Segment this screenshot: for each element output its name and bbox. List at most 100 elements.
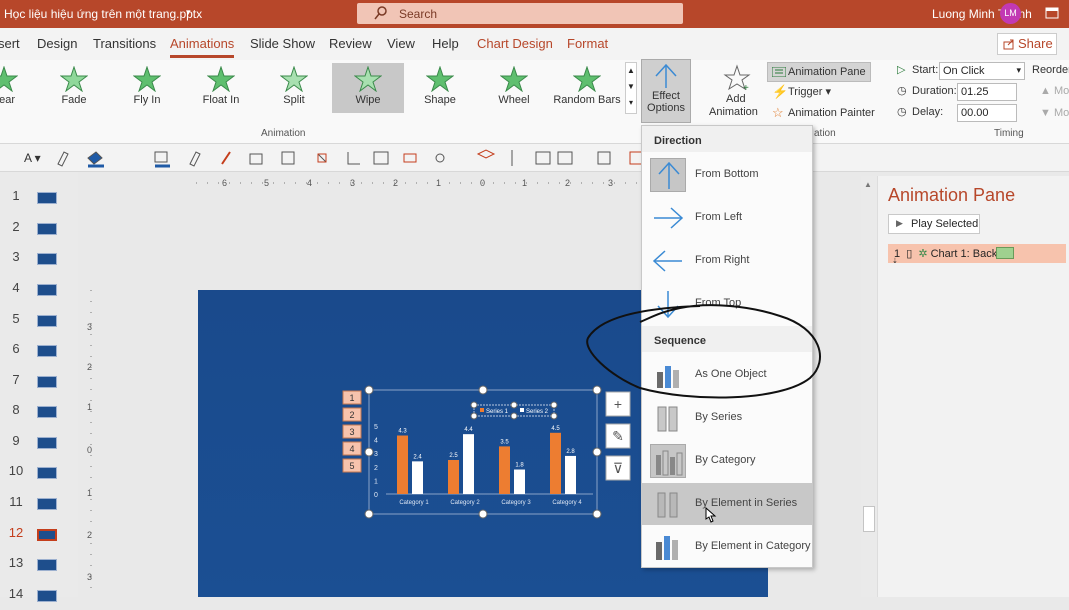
slide-thumb[interactable]: 5 (0, 305, 78, 335)
gallery-scroll[interactable]: ▲ ▼ ▾ (625, 62, 637, 114)
legend-swatch (480, 408, 484, 412)
animation-tag-label: 3 (349, 427, 354, 437)
scroll-up-icon[interactable]: ▲ (864, 180, 872, 189)
anim-random-bars[interactable]: Random Bars (553, 66, 621, 112)
trigger-button[interactable]: ⚡ Trigger ▾ (772, 84, 831, 99)
x-tick-label: Category 2 (450, 500, 480, 506)
anim-label: Shape (424, 94, 456, 106)
menu-item-by-element-in-series[interactable]: By Element in Series (642, 483, 812, 525)
thumb-image (37, 192, 57, 204)
slide-thumb-current[interactable]: 12 (0, 519, 78, 549)
anim-fade[interactable]: Fade (40, 66, 108, 112)
selection-handle[interactable] (592, 509, 602, 519)
tab-insert[interactable]: sert (0, 36, 20, 51)
slide-thumb[interactable]: 3 (0, 243, 78, 273)
add-animation-label-2[interactable]: Animation (709, 106, 758, 118)
avatar[interactable]: LM (1000, 3, 1021, 24)
menu-item-from-right[interactable]: From Right (642, 240, 812, 282)
selection-handle[interactable] (478, 385, 488, 395)
svg-text:1: 1 (87, 488, 92, 498)
menu-item-label: From Left (695, 211, 743, 223)
search-box[interactable]: Search (357, 3, 683, 24)
tab-chart-design[interactable]: Chart Design (477, 36, 553, 51)
slide-thumb[interactable]: 9 (0, 427, 78, 457)
anim-wheel[interactable]: Wheel (480, 66, 548, 112)
play-selected-label: Play Selected (911, 218, 979, 230)
tab-format[interactable]: Format (567, 36, 608, 51)
play-icon: ▶ (896, 218, 903, 228)
tab-slide-show[interactable]: Slide Show (250, 36, 315, 51)
add-animation-label-1[interactable]: Add (726, 93, 746, 105)
anim-split[interactable]: Split (260, 66, 328, 112)
tab-animations[interactable]: Animations (170, 36, 235, 58)
animation-painter-button[interactable]: ☆ Animation Painter (772, 105, 875, 120)
svg-text:2: 2 (87, 530, 92, 540)
move-later-button[interactable]: ▼ Mo (1040, 107, 1069, 119)
tab-view[interactable]: View (387, 36, 415, 51)
title-dropdown-icon[interactable]: ▾ (186, 7, 191, 18)
slide-thumb[interactable]: 6 (0, 335, 78, 365)
format-toolbar-icons[interactable]: A ▾ (0, 144, 650, 172)
editor-scrollbar[interactable]: ▲ (861, 176, 877, 597)
data-label: 1.8 (515, 463, 524, 469)
slide-thumb[interactable]: 2 (0, 213, 78, 243)
slide-thumb[interactable]: 1 (0, 182, 78, 212)
selection-handle[interactable] (364, 385, 374, 395)
slide-number: 7 (12, 372, 20, 387)
play-icon: ▷ (897, 64, 906, 76)
search-icon (374, 6, 387, 20)
thumb-image (37, 253, 57, 265)
animation-list-item[interactable]: 1 ▯ ✲ Chart 1: Back... ⇣ (888, 244, 1066, 265)
tab-review[interactable]: Review (329, 36, 372, 51)
menu-item-from-bottom[interactable]: From Bottom (642, 154, 812, 196)
scroll-thumb[interactable] (863, 506, 875, 532)
anim-float-in[interactable]: Float In (187, 66, 255, 112)
anim-fly-in[interactable]: Fly In (113, 66, 181, 112)
ribbon-display-icon[interactable] (1045, 7, 1059, 19)
slide-thumb[interactable]: 8 (0, 396, 78, 426)
menu-item-by-element-in-category[interactable]: By Element in Category (642, 526, 812, 568)
anim-label: pear (0, 94, 16, 106)
slide-thumb[interactable]: 7 (0, 366, 78, 396)
slide-number: 11 (9, 494, 23, 509)
tab-help[interactable]: Help (432, 36, 459, 51)
anim-shape[interactable]: Shape (406, 66, 474, 112)
anim-appear[interactable]: pear (0, 66, 38, 112)
anim-wipe[interactable]: Wipe (332, 63, 404, 113)
selection-handle[interactable] (478, 509, 488, 519)
delay-input[interactable]: 00.00 (957, 104, 1017, 122)
slide-thumb[interactable]: 14 (0, 580, 78, 610)
slide-thumb[interactable]: 4 (0, 274, 78, 304)
tab-transitions[interactable]: Transitions (93, 36, 156, 51)
star-icon (60, 66, 88, 92)
start-select[interactable]: On Click ▾ (939, 62, 1025, 80)
effect-options-button[interactable]: Effect Options (641, 59, 691, 123)
tab-design[interactable]: Design (37, 36, 77, 51)
bars-element-category-icon (656, 536, 678, 560)
duration-input[interactable]: 01.25 (957, 83, 1017, 101)
menu-item-by-category[interactable]: By Category (642, 440, 812, 482)
expand-icon[interactable]: ⇣ (892, 257, 898, 265)
animation-pane-button[interactable]: Animation Pane (767, 62, 871, 82)
slide-thumb[interactable]: 11 (0, 488, 78, 518)
star-icon (207, 66, 235, 92)
play-selected-button[interactable]: ▶ Play Selected (888, 214, 980, 234)
x-tick-label: Category 4 (552, 500, 582, 506)
slide-number: 14 (8, 586, 24, 601)
selection-handle[interactable] (592, 447, 602, 457)
share-button[interactable]: Share (997, 33, 1057, 55)
slide-number: 2 (12, 219, 20, 234)
vertical-ruler: 3 2 1 0 1 2 3 (87, 290, 92, 597)
legend-handle (470, 412, 478, 420)
slide-number: 5 (12, 311, 20, 326)
legend-handle (550, 401, 558, 409)
delay-value: 00.00 (961, 107, 989, 119)
slide-number: 1 (12, 188, 20, 203)
move-earlier-button[interactable]: ▲ Mo (1040, 85, 1069, 97)
selection-handle[interactable] (364, 447, 374, 457)
mouse-cursor-icon (705, 507, 717, 523)
selection-handle[interactable] (364, 509, 374, 519)
slide-thumb[interactable]: 10 (0, 457, 78, 487)
slide-thumb[interactable]: 13 (0, 549, 78, 579)
menu-item-from-left[interactable]: From Left (642, 197, 812, 239)
